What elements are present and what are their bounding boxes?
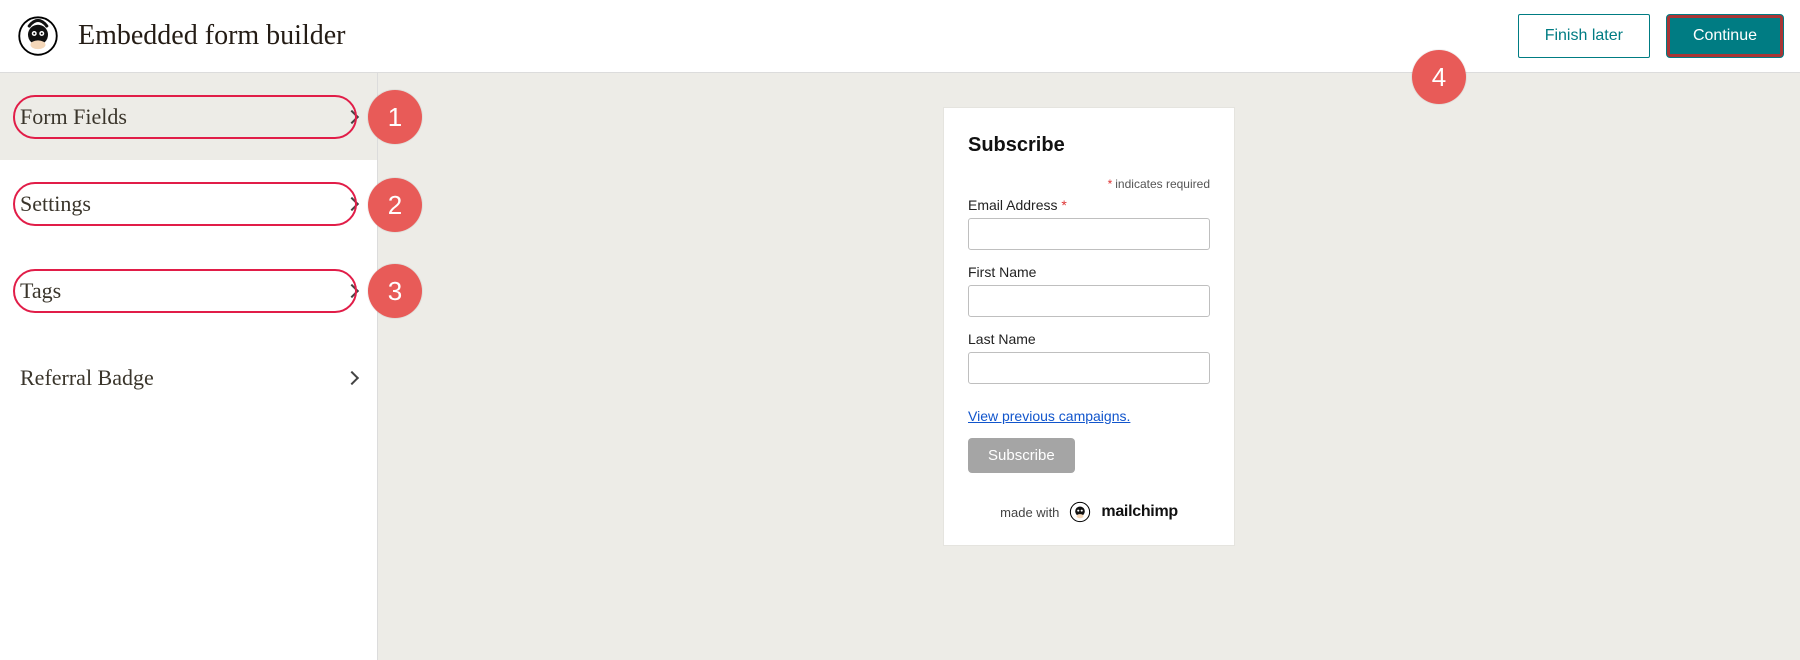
sidebar: Form Fields Settings Tags Referral Badge — [0, 73, 378, 660]
first-name-input[interactable] — [968, 285, 1210, 317]
sidebar-item-label: Referral Badge — [20, 365, 154, 391]
field-label: First Name — [968, 264, 1210, 280]
mailchimp-wordmark: mailchimp — [1101, 503, 1177, 521]
chevron-right-icon — [345, 370, 359, 384]
field-email: Email Address * — [968, 197, 1210, 250]
chevron-right-icon — [345, 196, 359, 210]
subscribe-button[interactable]: Subscribe — [968, 438, 1075, 473]
form-title: Subscribe — [968, 134, 1210, 157]
sidebar-item-label: Tags — [20, 278, 61, 304]
sidebar-item-referral-badge[interactable]: Referral Badge — [0, 334, 377, 421]
last-name-input[interactable] — [968, 352, 1210, 384]
sidebar-item-label: Form Fields — [20, 104, 127, 130]
made-with-text: made with — [1000, 505, 1059, 520]
finish-later-button[interactable]: Finish later — [1518, 14, 1650, 58]
sidebar-item-label: Settings — [20, 191, 91, 217]
sidebar-item-form-fields[interactable]: Form Fields — [0, 73, 377, 160]
sidebar-item-tags[interactable]: Tags — [0, 247, 377, 334]
annotation-outline — [13, 269, 357, 313]
made-with-badge: made with mailchimp — [968, 501, 1210, 523]
field-label: Email Address * — [968, 197, 1210, 213]
previous-campaigns-link[interactable]: View previous campaigns. — [968, 408, 1130, 424]
chevron-right-icon — [345, 109, 359, 123]
field-label: Last Name — [968, 331, 1210, 347]
chevron-right-icon — [345, 283, 359, 297]
page-title: Embedded form builder — [78, 20, 345, 52]
email-input[interactable] — [968, 218, 1210, 250]
field-last-name: Last Name — [968, 331, 1210, 384]
mailchimp-monkey-icon — [1069, 501, 1091, 523]
required-note: *indicates required — [968, 177, 1210, 191]
sidebar-item-settings[interactable]: Settings — [0, 160, 377, 247]
form-preview-area: Subscribe *indicates required Email Addr… — [378, 73, 1800, 660]
mailchimp-logo-icon — [16, 14, 60, 58]
form-preview-card: Subscribe *indicates required Email Addr… — [944, 108, 1234, 545]
continue-button[interactable]: Continue — [1666, 14, 1784, 58]
app-header: Embedded form builder Finish later Conti… — [0, 0, 1800, 73]
field-first-name: First Name — [968, 264, 1210, 317]
